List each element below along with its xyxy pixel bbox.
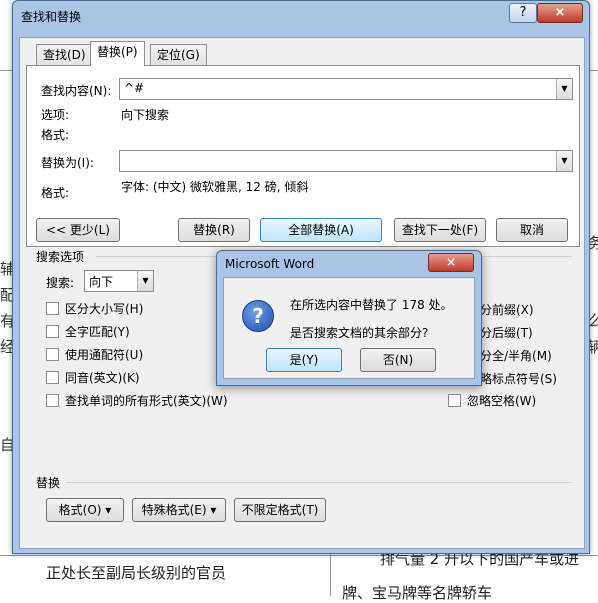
dialog-title: 查找和替换 <box>21 10 82 24</box>
cancel-button[interactable]: 取消 <box>496 218 568 242</box>
divider <box>66 482 572 483</box>
match-suffix-label[interactable]: 分后缀(T) <box>480 324 533 341</box>
match-width-label[interactable]: 分全/半角(M) <box>480 347 552 364</box>
all-word-forms-checkbox[interactable]: 查找单词的所有形式(英文)(W) <box>46 392 228 409</box>
checkbox-label: 同音(英文)(K) <box>65 371 140 385</box>
replace-format-label: 格式: <box>41 186 70 200</box>
checkbox-label: 使用通配符(U) <box>65 348 144 362</box>
doc-rule <box>330 552 331 596</box>
format-label: 格式: <box>41 128 70 142</box>
checkbox-box[interactable] <box>46 371 59 384</box>
find-label: 查找内容(N): <box>41 84 112 98</box>
less-button[interactable]: << 更少(L) <box>36 218 120 242</box>
options-value: 向下搜索 <box>121 108 170 122</box>
question-icon: ? <box>242 300 274 332</box>
message-line-2: 是否搜索文档的其余部分? <box>290 326 429 340</box>
message-client: ? 在所选内容中替换了 178 处。 是否搜索文档的其余部分? 是(Y) 否(N… <box>223 277 475 379</box>
ignore-space-checkbox[interactable]: 忽略空格(W) <box>448 392 536 409</box>
tab-goto[interactable]: 定位(G) <box>150 44 207 65</box>
find-input[interactable]: ^# ▼ <box>119 78 573 100</box>
close-button[interactable]: × <box>537 3 583 23</box>
help-button[interactable]: ? <box>509 3 537 23</box>
search-options-title: 搜索选项 <box>36 250 85 264</box>
checkbox-box[interactable] <box>46 325 59 338</box>
search-direction-select[interactable]: 向下 ▼ <box>84 270 154 292</box>
wildcards-checkbox[interactable]: 使用通配符(U) <box>46 346 143 363</box>
replace-button[interactable]: 替换(R) <box>178 218 250 242</box>
match-prefix-label[interactable]: 分前缀(X) <box>480 301 534 318</box>
search-direction-value: 向下 <box>89 275 114 289</box>
format-dropdown-button[interactable]: 格式(O) ▾ <box>46 498 124 522</box>
doc-rule <box>0 70 12 71</box>
doc-text: 正处长至副局长级别的官员 <box>46 564 227 582</box>
replace-input[interactable]: ▼ <box>119 150 573 172</box>
message-close-button[interactable]: × <box>428 253 474 272</box>
tab-find[interactable]: 查找(D) <box>36 44 93 65</box>
replace-section-title: 替换 <box>36 476 61 490</box>
replace-label: 替换为(I): <box>41 156 94 170</box>
chevron-down-icon[interactable]: ▼ <box>556 151 572 171</box>
message-box: Microsoft Word × ? 在所选内容中替换了 178 处。 是否搜索… <box>216 250 482 386</box>
message-line-1: 在所选内容中替换了 178 处。 <box>290 298 453 312</box>
whole-word-checkbox[interactable]: 全字匹配(Y) <box>46 323 130 340</box>
checkbox-box[interactable] <box>448 394 461 407</box>
sounds-like-checkbox[interactable]: 同音(英文)(K) <box>46 369 140 386</box>
search-label: 搜索: <box>46 276 75 290</box>
chevron-down-icon[interactable]: ▼ <box>137 271 153 291</box>
find-value: ^# <box>124 81 145 95</box>
match-case-checkbox[interactable]: 区分大小写(H) <box>46 300 143 317</box>
replace-format-value: 字体: (中文) 微软雅黑, 12 磅, 倾斜 <box>121 180 309 194</box>
checkbox-box[interactable] <box>46 302 59 315</box>
checkbox-label: 全字匹配(Y) <box>65 325 130 339</box>
checkbox-box[interactable] <box>46 394 59 407</box>
special-format-dropdown-button[interactable]: 特殊格式(E) ▾ <box>132 498 226 522</box>
checkbox-label: 查找单词的所有形式(英文)(W) <box>65 394 228 408</box>
find-next-button[interactable]: 查找下一处(F) <box>394 218 486 242</box>
options-label: 选项: <box>41 108 70 122</box>
replace-all-button[interactable]: 全部替换(A) <box>260 218 382 242</box>
checkbox-box[interactable] <box>46 348 59 361</box>
ignore-punct-label[interactable]: 略标点符号(S) <box>480 370 557 387</box>
no-button[interactable]: 否(N) <box>360 348 436 372</box>
doc-text: 牌、宝马牌等名牌轿车 <box>342 584 493 602</box>
no-formatting-button[interactable]: 不限定格式(T) <box>234 498 326 522</box>
chevron-down-icon[interactable]: ▼ <box>556 79 572 99</box>
yes-button[interactable]: 是(Y) <box>266 348 342 372</box>
dialog-titlebar[interactable]: 查找和替换 ? × <box>13 1 589 29</box>
checkbox-label: 区分大小写(H) <box>65 302 144 316</box>
tab-replace[interactable]: 替换(P) <box>90 41 145 66</box>
checkbox-label: 忽略空格(W) <box>467 394 537 408</box>
message-title: Microsoft Word <box>225 257 315 271</box>
